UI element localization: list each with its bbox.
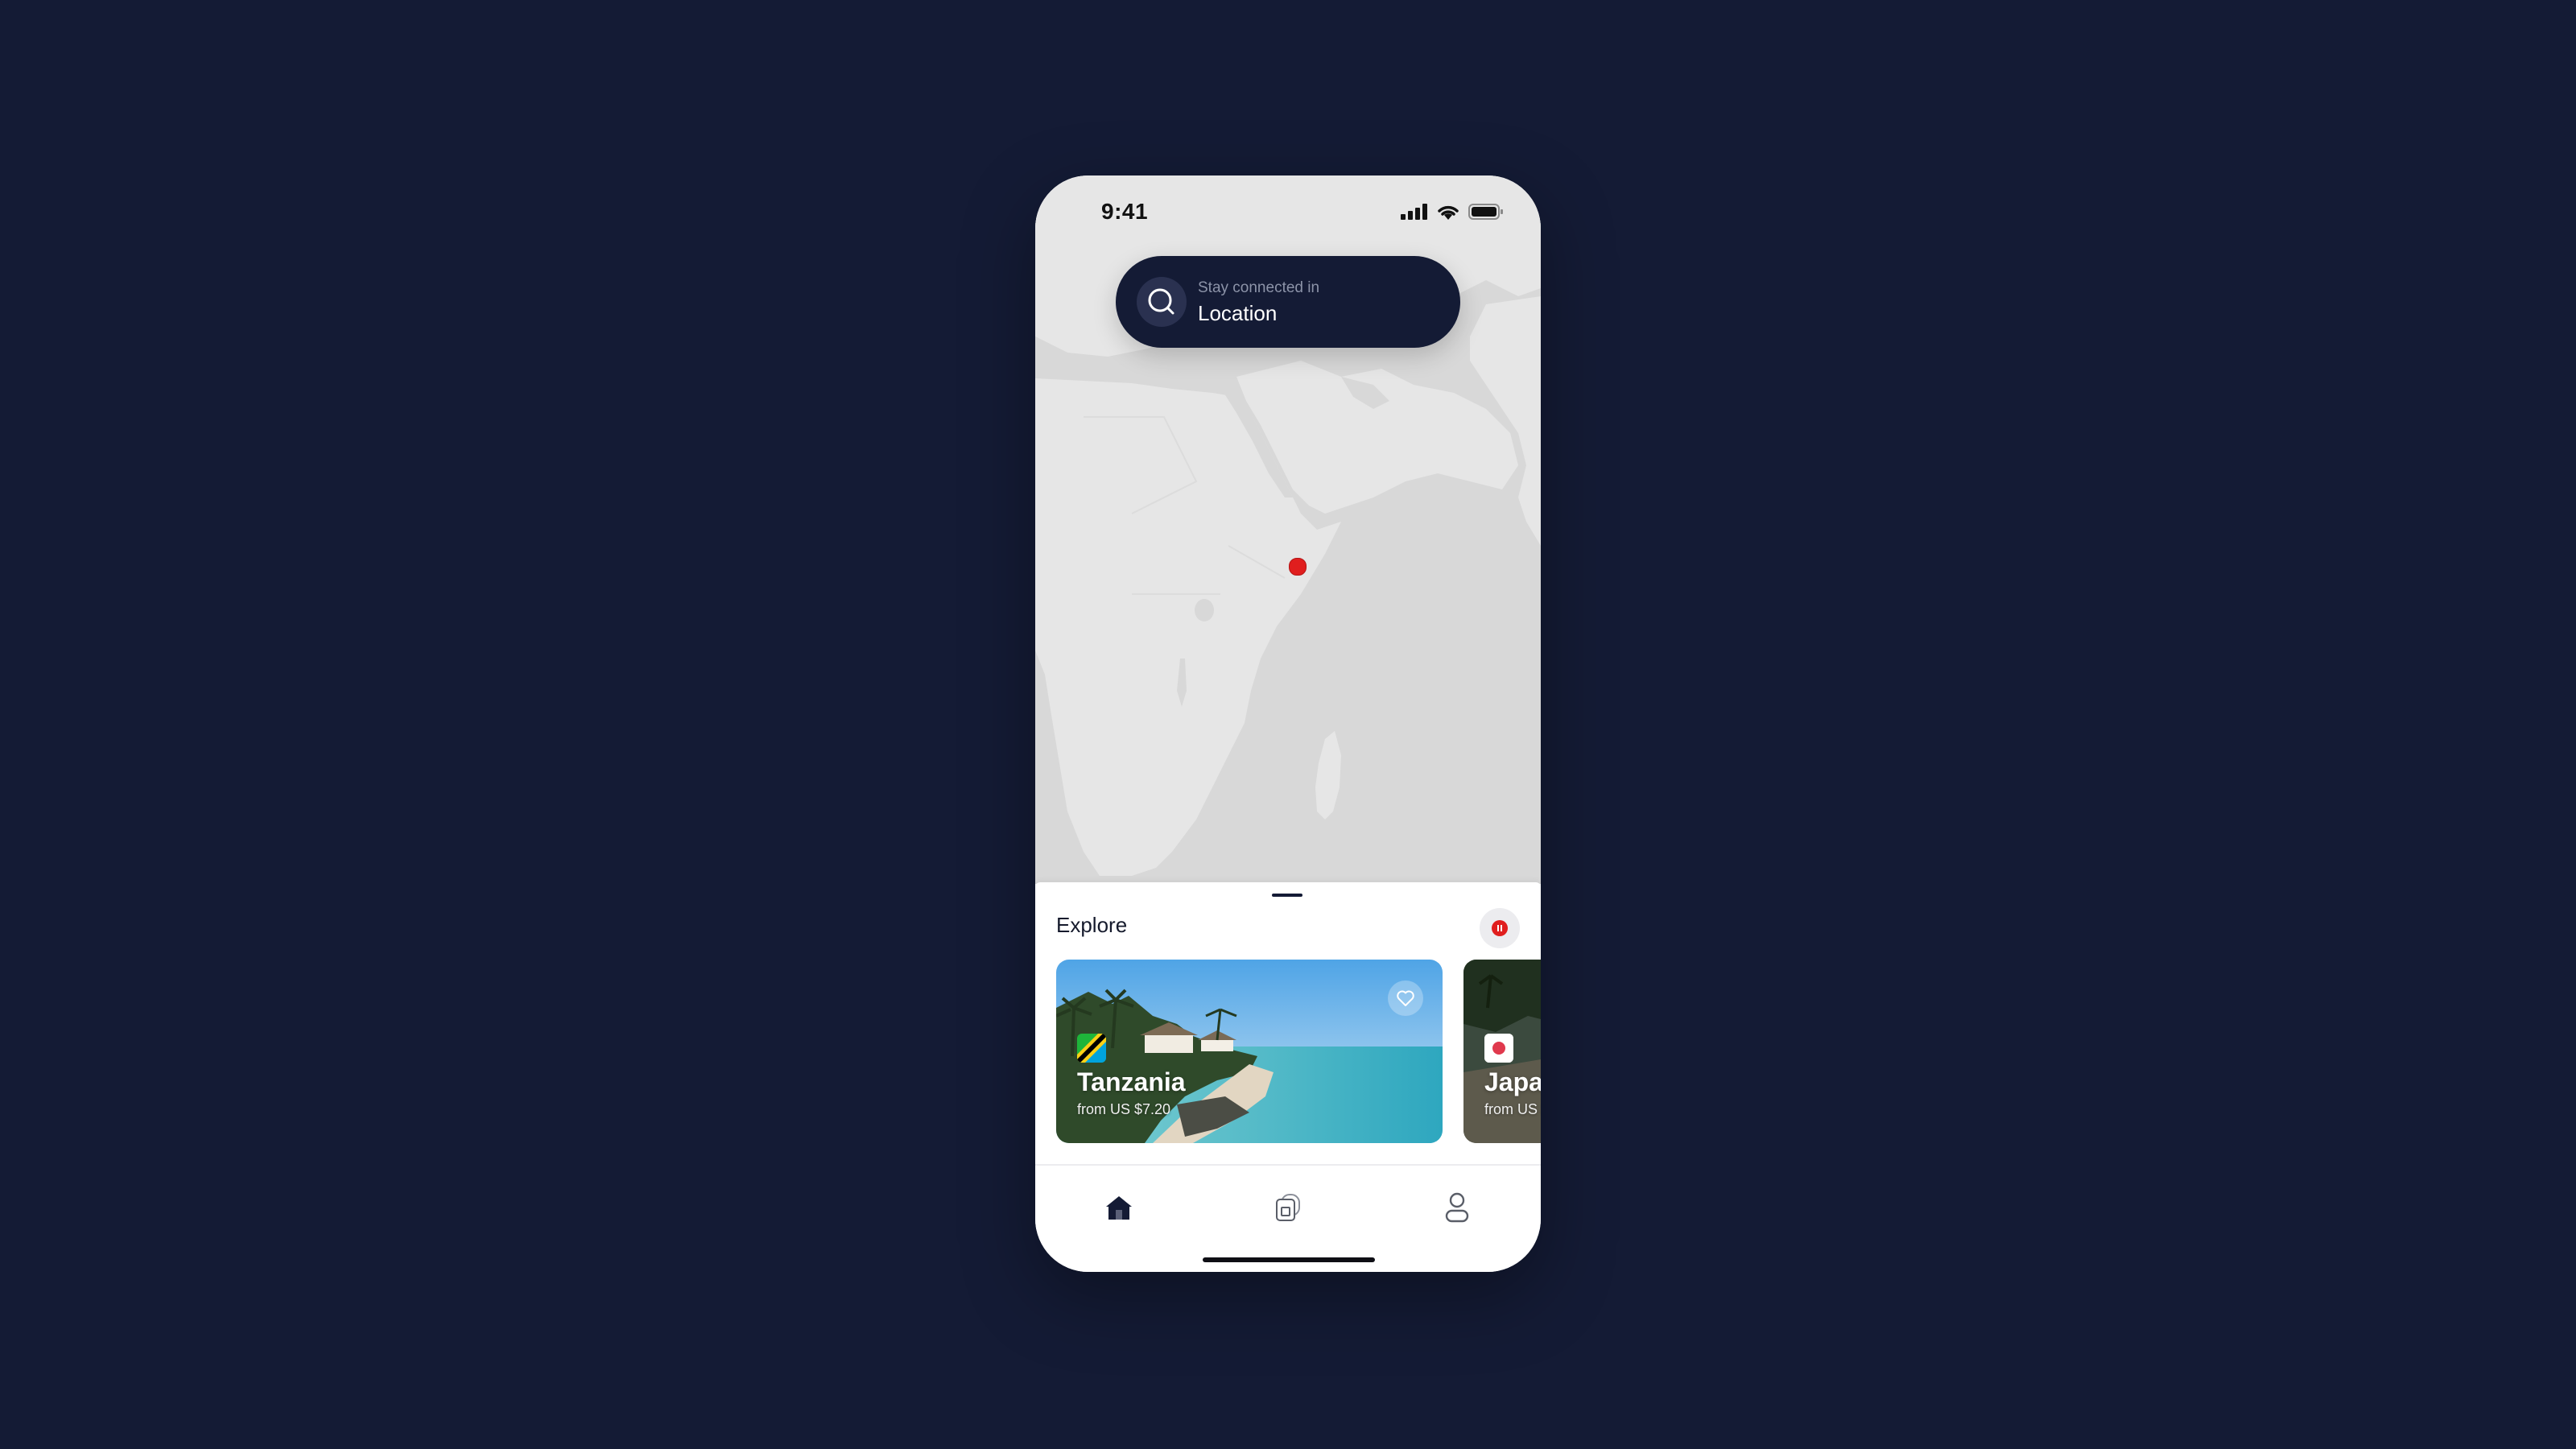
- tabbar-divider: [1035, 1164, 1541, 1166]
- japan-flag-icon: [1484, 1034, 1513, 1063]
- tab-esims[interactable]: [1269, 1188, 1307, 1227]
- destination-card-tanzania[interactable]: Tanzania from US $7.20: [1056, 960, 1443, 1143]
- sheet-drag-handle[interactable]: [1272, 894, 1302, 897]
- home-icon: [1106, 1196, 1132, 1220]
- heart-icon: [1397, 990, 1414, 1006]
- tanzania-flag-icon: [1077, 1034, 1106, 1063]
- search-subtitle: Stay connected in: [1198, 279, 1320, 296]
- tab-profile[interactable]: [1438, 1188, 1476, 1227]
- location-search-pill[interactable]: Stay connected in Location: [1116, 256, 1460, 348]
- cellular-signal-icon: [1401, 204, 1427, 220]
- explore-title: Explore: [1056, 913, 1128, 937]
- esim-cards-icon: [1276, 1194, 1300, 1221]
- search-location: Location: [1198, 301, 1278, 325]
- battery-icon: [1468, 204, 1503, 220]
- record-button[interactable]: [1480, 908, 1520, 948]
- search-icon: [1137, 277, 1187, 327]
- home-indicator[interactable]: [1203, 1257, 1375, 1262]
- tab-home[interactable]: [1100, 1188, 1138, 1227]
- profile-icon: [1445, 1192, 1469, 1223]
- card-country-name: Tanzania: [1077, 1067, 1186, 1096]
- card-country-name: Japan: [1484, 1067, 1541, 1096]
- card-price: from US $7.20: [1077, 1101, 1171, 1117]
- card-price: from US $: [1484, 1101, 1541, 1117]
- status-bar: 9:41: [1035, 175, 1541, 256]
- wifi-icon: [1438, 205, 1459, 220]
- phone-screen: 9:41 Stay connected in Location Explore …: [1035, 175, 1541, 1272]
- record-icon: [1492, 920, 1508, 936]
- destination-card-japan[interactable]: Japan from US $: [1463, 960, 1541, 1143]
- favorite-button[interactable]: [1388, 980, 1423, 1016]
- map-location-pin[interactable]: [1289, 558, 1307, 576]
- status-icons: [1401, 203, 1504, 221]
- tab-bar: [1035, 1167, 1541, 1272]
- status-time: 9:41: [1101, 199, 1149, 224]
